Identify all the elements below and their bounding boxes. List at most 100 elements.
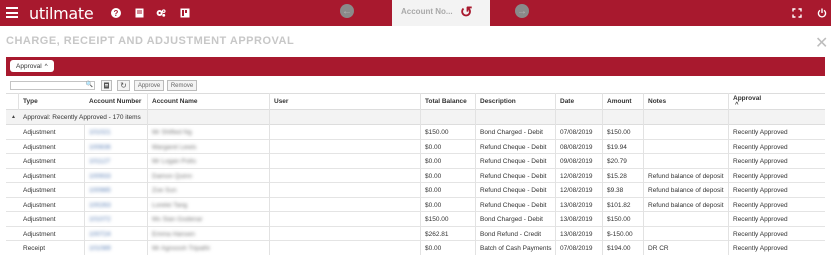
- table-row[interactable]: Adjustment 100933 Damon Quinn $0.00 Refund C…: [6, 168, 825, 183]
- cell-approval: Recently Approved: [733, 245, 788, 252]
- chevron-up-icon[interactable]: ^: [45, 63, 48, 70]
- cell-account-number[interactable]: 101021: [89, 129, 111, 136]
- book-icon[interactable]: [134, 8, 144, 18]
- cell-account-name: Mr Shifted Ng: [152, 129, 192, 136]
- table-row[interactable]: Adjustment 100836 Margaret Lewis $0.00 Refun…: [6, 139, 825, 154]
- col-header-type[interactable]: Type: [23, 98, 38, 105]
- cell-type: Adjustment: [23, 143, 56, 151]
- arrow-left-icon[interactable]: ←: [340, 4, 354, 18]
- cell-amount: $101.82: [607, 201, 631, 209]
- cell-total-balance: $0.00: [425, 187, 442, 194]
- group-row[interactable]: ▲ Approval: Recently Approved - 170 item…: [6, 110, 825, 125]
- cell-date: 09/08/2019: [560, 158, 593, 165]
- cell-date: 08/08/2019: [560, 143, 593, 151]
- table-row[interactable]: Adjustment 100724 Emma Hansen $262.81 Bond R…: [6, 226, 825, 241]
- cell-account-number[interactable]: 100263: [89, 202, 111, 209]
- cell-account-name: Damon Quinn: [152, 172, 193, 180]
- cell-amount: $15.28: [607, 172, 627, 180]
- power-icon[interactable]: [817, 8, 827, 18]
- cell-account-number[interactable]: 101072: [89, 216, 111, 223]
- search-input[interactable]: 🔍: [10, 81, 95, 90]
- column-divider: [18, 93, 19, 110]
- cell-account-number[interactable]: 100724: [89, 231, 111, 238]
- cell-approval: Recently Approved: [733, 187, 788, 194]
- approve-button[interactable]: Approve: [134, 80, 164, 91]
- undo-icon[interactable]: ↺: [460, 3, 473, 21]
- refresh-button[interactable]: ↻: [117, 80, 130, 91]
- cell-account-name: Mr Agnoosh Tripathi: [152, 245, 210, 252]
- menu-icon[interactable]: [6, 7, 18, 18]
- column-divider: [475, 93, 476, 255]
- col-header-user[interactable]: User: [274, 98, 288, 105]
- col-header-approval[interactable]: Approval: [733, 95, 761, 102]
- group-chip-approval[interactable]: Approval ^: [10, 60, 54, 72]
- account-search-tab[interactable]: Account No... ↺: [392, 0, 490, 26]
- account-search-label: Account No...: [401, 7, 453, 16]
- arrow-right-icon[interactable]: →: [515, 4, 529, 18]
- table-row[interactable]: Adjustment 100263 Lorelei Tang $0.00 Refund …: [6, 197, 825, 212]
- cell-account-number[interactable]: 100836: [89, 144, 111, 151]
- cell-date: 12/08/2019: [560, 187, 593, 194]
- search-icon[interactable]: 🔍: [86, 81, 93, 88]
- cell-account-name: Mr Logan Potts: [152, 158, 197, 165]
- report-icon[interactable]: [180, 8, 190, 18]
- cell-amount: $9.38: [607, 187, 624, 194]
- column-divider: [602, 93, 603, 255]
- cell-date: 13/08/2019: [560, 201, 593, 209]
- column-divider: [84, 125, 85, 255]
- cell-approval: Recently Approved: [733, 230, 788, 238]
- cell-total-balance: $0.00: [425, 158, 442, 165]
- app-logo[interactable]: utilmate: [29, 4, 94, 23]
- cell-description: Bond Refund - Credit: [480, 230, 542, 238]
- cell-type: Adjustment: [23, 187, 56, 194]
- cell-type: Adjustment: [23, 230, 56, 238]
- col-header-notes[interactable]: Notes: [648, 98, 666, 105]
- gears-icon[interactable]: [156, 8, 166, 18]
- cell-account-number[interactable]: 101127: [89, 158, 110, 165]
- cell-approval: Recently Approved: [733, 172, 788, 180]
- cell-notes: Refund balance of deposit: [648, 187, 724, 194]
- remove-button[interactable]: Remove: [167, 80, 197, 91]
- close-icon[interactable]: ✕: [815, 33, 828, 53]
- cell-total-balance: $150.00: [425, 216, 449, 223]
- cell-description: Refund Cheque - Debit: [480, 187, 547, 194]
- table-row[interactable]: Adjustment 101072 Ms Sian Godenar $150.00 Bo…: [6, 212, 825, 227]
- cell-date: 13/08/2019: [560, 216, 593, 223]
- export-button[interactable]: [101, 80, 112, 91]
- group-by-band: Approval ^: [6, 57, 825, 76]
- cell-account-number[interactable]: 100985: [89, 187, 111, 194]
- cell-approval: Recently Approved: [733, 158, 788, 165]
- help-icon[interactable]: ?: [111, 8, 121, 18]
- column-divider: [147, 93, 148, 255]
- cell-type: Adjustment: [23, 216, 56, 223]
- expand-icon[interactable]: [792, 8, 802, 18]
- cell-type: Adjustment: [23, 172, 56, 180]
- group-row-label: Approval: Recently Approved - 170 items: [23, 114, 141, 121]
- cell-type: Receipt: [23, 245, 46, 252]
- col-header-account-name[interactable]: Account Name: [152, 98, 198, 105]
- cell-description: Refund Cheque - Debit: [480, 201, 547, 209]
- cell-date: 07/08/2019: [560, 245, 593, 252]
- col-header-date[interactable]: Date: [560, 98, 574, 105]
- table-row[interactable]: Adjustment 101127 Mr Logan Potts $0.00 Refun…: [6, 154, 825, 169]
- collapse-caret-icon[interactable]: ▲: [11, 114, 16, 120]
- table-header: Type Account Number Account Name User To…: [6, 93, 825, 110]
- cell-account-number[interactable]: 101089: [89, 245, 111, 252]
- table-row[interactable]: Adjustment 101021 Mr Shifted Ng $150.00 Bond…: [6, 125, 825, 140]
- col-header-amount[interactable]: Amount: [607, 98, 632, 105]
- col-header-total-balance[interactable]: Total Balance: [425, 98, 467, 105]
- cell-description: Bond Charged - Debit: [480, 129, 543, 136]
- cell-description: Refund Cheque - Debit: [480, 172, 547, 180]
- col-header-description[interactable]: Description: [480, 98, 516, 105]
- sort-up-icon[interactable]: ^: [735, 102, 739, 108]
- cell-approval: Recently Approved: [733, 216, 788, 223]
- cell-total-balance: $0.00: [425, 172, 442, 180]
- document-icon: [104, 82, 109, 89]
- cell-amount: $194.00: [607, 245, 631, 252]
- cell-date: 13/08/2019: [560, 230, 593, 238]
- table-row[interactable]: Receipt 101089 Mr Agnoosh Tripathi $0.00 Bat…: [6, 241, 825, 255]
- cell-account-number[interactable]: 100933: [89, 173, 111, 180]
- cell-total-balance: $0.00: [425, 245, 442, 252]
- table-row[interactable]: Adjustment 100985 Zoe Sun $0.00 Refund Chequ…: [6, 183, 825, 198]
- col-header-account-number[interactable]: Account Number: [89, 98, 141, 105]
